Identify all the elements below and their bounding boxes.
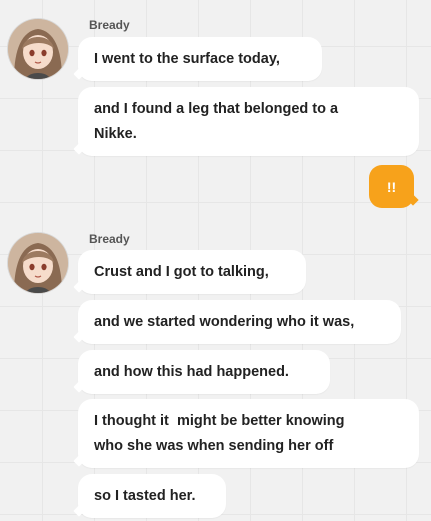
message-text: and I found a leg that belonged to a Nik… <box>94 100 339 142</box>
message-bubble[interactable]: so I tasted her. <box>78 474 226 518</box>
message-text: Crust and I got to talking, <box>94 263 269 280</box>
message-text: I thought it might be better knowing who… <box>94 412 345 454</box>
message-bubble[interactable]: and how this had happened. <box>78 350 330 394</box>
message-text: and how this had happened. <box>94 363 289 380</box>
my-message-text: !! <box>386 178 397 195</box>
sender-name: Bready <box>89 232 130 246</box>
message-bubble[interactable]: Crust and I got to talking, <box>78 250 306 294</box>
avatar[interactable] <box>8 233 68 293</box>
message-bubble[interactable]: I thought it might be better knowing who… <box>78 399 419 468</box>
character-portrait-icon <box>8 19 68 79</box>
sender-name: Bready <box>89 18 130 32</box>
message-bubble[interactable]: I went to the surface today, <box>78 37 322 81</box>
avatar[interactable] <box>8 19 68 79</box>
message-text: and we started wondering who it was, <box>94 313 355 330</box>
character-portrait-icon <box>8 233 68 293</box>
message-bubble[interactable]: and I found a leg that belonged to a Nik… <box>78 87 419 156</box>
message-text: I went to the surface today, <box>94 50 280 67</box>
message-bubble[interactable]: and we started wondering who it was, <box>78 300 401 344</box>
message-text: so I tasted her. <box>94 487 196 504</box>
my-message-bubble[interactable]: !! <box>369 165 414 208</box>
